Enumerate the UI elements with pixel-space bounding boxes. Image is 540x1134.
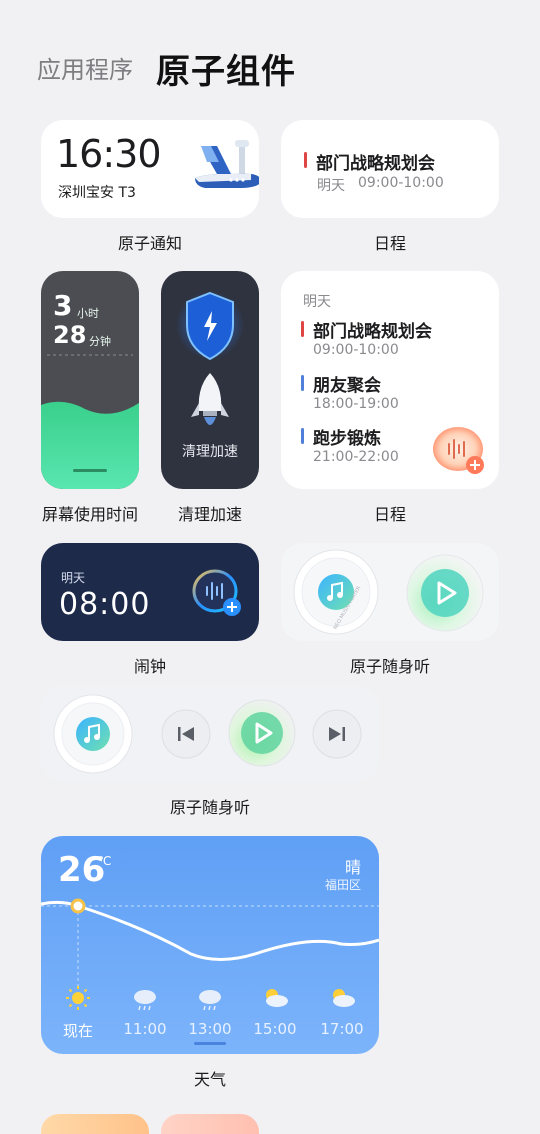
caption-weather: 天气 bbox=[193, 1070, 226, 1089]
caption-schedule-large: 日程 bbox=[373, 505, 406, 524]
partly-cloudy-icon bbox=[266, 989, 288, 1007]
page-title: 原子组件 bbox=[156, 52, 296, 92]
alarm-time: 08:00 bbox=[59, 587, 151, 622]
event-color-bar bbox=[304, 152, 307, 168]
event-1-time: 09:00-10:00 bbox=[313, 342, 399, 358]
music-wide-card[interactable] bbox=[41, 686, 379, 782]
schedule-small-card[interactable]: 部门战略规划会 明天 09:00-10:00 bbox=[281, 120, 499, 218]
event-2-bar bbox=[301, 375, 304, 391]
event-time: 09:00-10:00 bbox=[358, 175, 444, 191]
hour-label: 13:00 bbox=[188, 1020, 232, 1038]
hour-label: 17:00 bbox=[320, 1020, 364, 1038]
caption-cleanup: 清理加速 bbox=[177, 505, 242, 524]
shield-icon bbox=[176, 291, 244, 361]
event-title: 部门战略规划会 bbox=[316, 154, 435, 174]
voice-add-icon[interactable] bbox=[187, 565, 251, 621]
hour-label-now: 现在 bbox=[62, 1022, 93, 1040]
next-card-peek[interactable] bbox=[41, 1114, 149, 1134]
rain-icon bbox=[199, 990, 221, 1011]
event-3-title: 跑步锻炼 bbox=[313, 429, 381, 449]
play-button[interactable] bbox=[405, 553, 485, 633]
caption-atom-notification: 原子通知 bbox=[117, 234, 182, 253]
event-2-time: 18:00-19:00 bbox=[313, 396, 399, 412]
caption-schedule-small: 日程 bbox=[373, 234, 406, 253]
caption-music-small: 原子随身听 bbox=[349, 657, 430, 676]
minutes-value: 28 bbox=[53, 321, 87, 349]
event-1-title: 部门战略规划会 bbox=[313, 322, 432, 342]
schedule-large-card[interactable]: 明天 部门战略规划会 09:00-10:00 朋友聚会 18:00-19:00 … bbox=[281, 271, 499, 489]
hours-unit: 小时 bbox=[77, 307, 99, 320]
event-date: 明天 bbox=[317, 178, 345, 194]
caption-alarm: 闹钟 bbox=[133, 657, 166, 676]
alarm-card[interactable]: 明天 08:00 bbox=[41, 543, 259, 641]
minutes-unit: 分钟 bbox=[89, 335, 111, 348]
caption-screen-time: 屏幕使用时间 bbox=[41, 505, 138, 524]
cleanup-label: 清理加速 bbox=[182, 444, 238, 460]
weather-card[interactable]: 26 ℃ 晴 福田区 现在 11:00 13:00 15:00 17:00 bbox=[41, 836, 379, 1054]
cleanup-card[interactable]: 清理加速 bbox=[161, 271, 259, 489]
event-3-bar bbox=[301, 428, 304, 444]
next-card-peek[interactable] bbox=[161, 1114, 259, 1134]
schedule-day: 明天 bbox=[303, 294, 331, 310]
atom-notification-card[interactable]: 16:30 深圳宝安 T3 bbox=[41, 120, 259, 218]
music-disc[interactable] bbox=[51, 692, 135, 776]
partly-cloudy-icon bbox=[333, 989, 355, 1007]
previous-button[interactable] bbox=[160, 708, 212, 760]
hour-label: 15:00 bbox=[253, 1020, 297, 1038]
music-small-card[interactable]: NEO MUSIC PLAYER bbox=[281, 543, 499, 641]
play-button[interactable] bbox=[227, 698, 297, 768]
rain-icon bbox=[134, 990, 156, 1011]
next-button[interactable] bbox=[311, 708, 363, 760]
voice-add-icon[interactable] bbox=[431, 425, 489, 477]
event-2-title: 朋友聚会 bbox=[313, 376, 381, 396]
airplane-icon bbox=[195, 140, 259, 188]
event-1-bar bbox=[301, 321, 304, 337]
flight-time: 16:30 bbox=[56, 132, 162, 176]
alarm-day: 明天 bbox=[61, 571, 86, 585]
breadcrumb-app[interactable]: 应用程序 bbox=[37, 50, 133, 85]
sun-icon bbox=[66, 986, 90, 1010]
screen-time-card[interactable]: 3 小时 28 分钟 bbox=[41, 271, 139, 489]
hour-label: 11:00 bbox=[123, 1020, 167, 1038]
hours-value: 3 bbox=[53, 289, 73, 322]
event-3-time: 21:00-22:00 bbox=[313, 449, 399, 465]
rocket-icon bbox=[191, 373, 229, 425]
flight-location: 深圳宝安 T3 bbox=[58, 185, 136, 201]
caption-music-wide: 原子随身听 bbox=[169, 798, 250, 817]
